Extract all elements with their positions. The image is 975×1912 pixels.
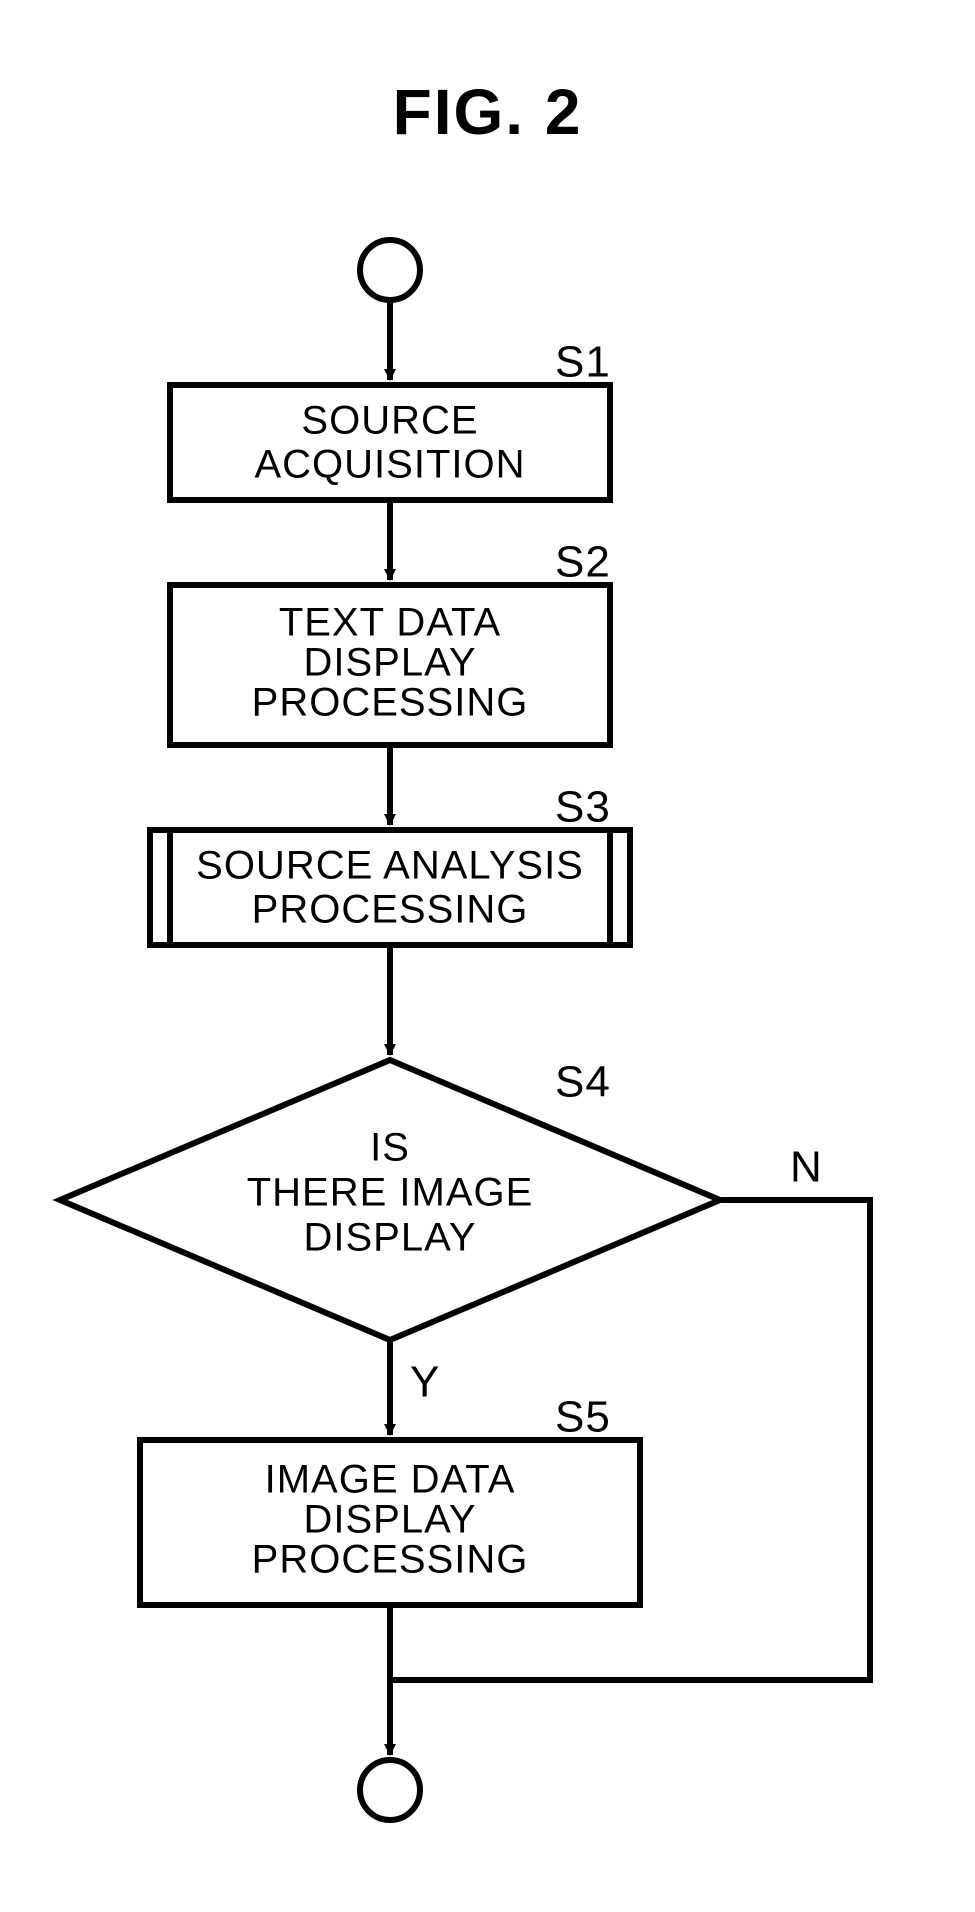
s2-line2: DISPLAY [304, 641, 477, 685]
s2-label: S2 [555, 538, 611, 587]
branch-yes: Y [410, 1358, 439, 1407]
s5-line2: DISPLAY [304, 1498, 477, 1542]
s2-line3: PROCESSING [252, 681, 529, 725]
s3-line2: PROCESSING [252, 888, 529, 932]
s3-label: S3 [555, 783, 611, 832]
flowchart-svg: SOURCE ACQUISITION S1 TEXT DATA DISPLAY … [0, 0, 975, 1912]
s4-label: S4 [555, 1058, 611, 1107]
s4-line1: IS [370, 1126, 410, 1170]
s1-line2: ACQUISITION [254, 443, 525, 487]
step-s4: IS THERE IMAGE DISPLAY S4 [60, 1058, 720, 1340]
s1-label: S1 [555, 338, 611, 387]
branch-no: N [790, 1143, 822, 1192]
s4-line3: DISPLAY [304, 1216, 477, 1260]
end-terminator [360, 1760, 420, 1820]
s2-line1: TEXT DATA [279, 601, 501, 645]
s5-line1: IMAGE DATA [265, 1458, 516, 1502]
s5-line3: PROCESSING [252, 1538, 529, 1582]
s4-line2: THERE IMAGE [247, 1171, 534, 1215]
s1-line1: SOURCE [301, 399, 478, 443]
s5-label: S5 [555, 1393, 611, 1442]
s3-line1: SOURCE ANALYSIS [196, 844, 584, 888]
start-terminator [360, 240, 420, 300]
